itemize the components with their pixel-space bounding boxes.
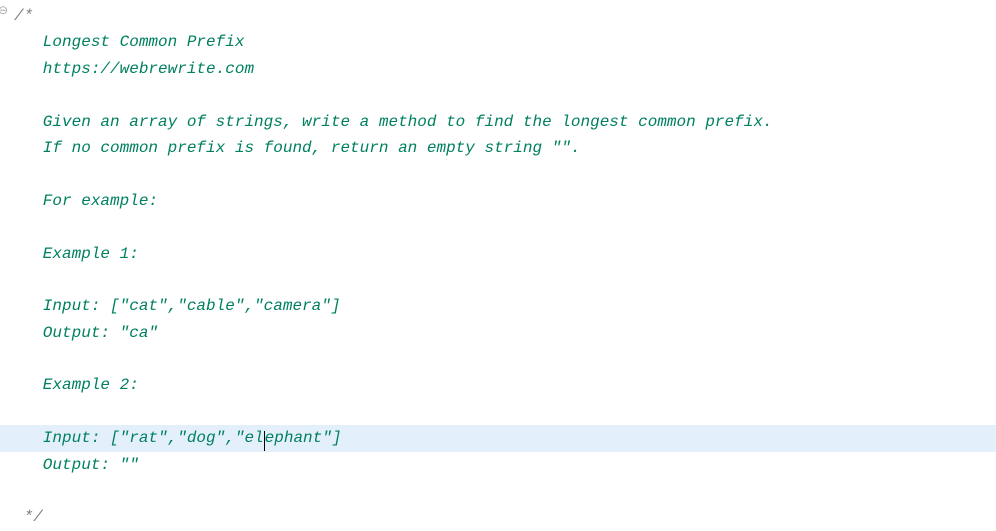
code-editor[interactable]: ⊖ /* Longest Common Prefix https://webre… xyxy=(0,0,996,531)
code-line[interactable]: Input: ["cat","cable","camera"] xyxy=(0,293,996,319)
code-line[interactable]: Input: ["rat","dog","elephant"] xyxy=(0,425,996,451)
code-line[interactable] xyxy=(0,399,996,425)
code-line[interactable]: Output: "ca" xyxy=(0,320,996,346)
code-line[interactable]: Output: "" xyxy=(0,452,996,478)
cursor-after-text: ephant"] xyxy=(265,429,342,447)
code-line[interactable]: Given an array of strings, write a metho… xyxy=(0,109,996,135)
code-line[interactable]: Example 2: xyxy=(0,372,996,398)
cursor-before-text: Input: ["rat","dog","el xyxy=(14,429,264,447)
code-line[interactable]: Longest Common Prefix xyxy=(0,29,996,55)
code-line[interactable] xyxy=(0,214,996,240)
code-line[interactable]: Example 1: xyxy=(0,241,996,267)
code-lines[interactable]: Longest Common Prefix https://webrewrite… xyxy=(0,29,996,504)
comment-close: */ xyxy=(0,504,996,530)
code-line[interactable]: For example: xyxy=(0,188,996,214)
code-line[interactable] xyxy=(0,478,996,504)
code-line[interactable] xyxy=(0,346,996,372)
text-cursor xyxy=(264,431,265,451)
code-line[interactable]: https://webrewrite.com xyxy=(0,56,996,82)
comment-open: /* xyxy=(0,3,996,29)
fold-icon[interactable]: ⊖ xyxy=(0,2,12,22)
code-line[interactable] xyxy=(0,161,996,187)
code-line[interactable] xyxy=(0,82,996,108)
code-line[interactable]: If no common prefix is found, return an … xyxy=(0,135,996,161)
code-line[interactable] xyxy=(0,267,996,293)
